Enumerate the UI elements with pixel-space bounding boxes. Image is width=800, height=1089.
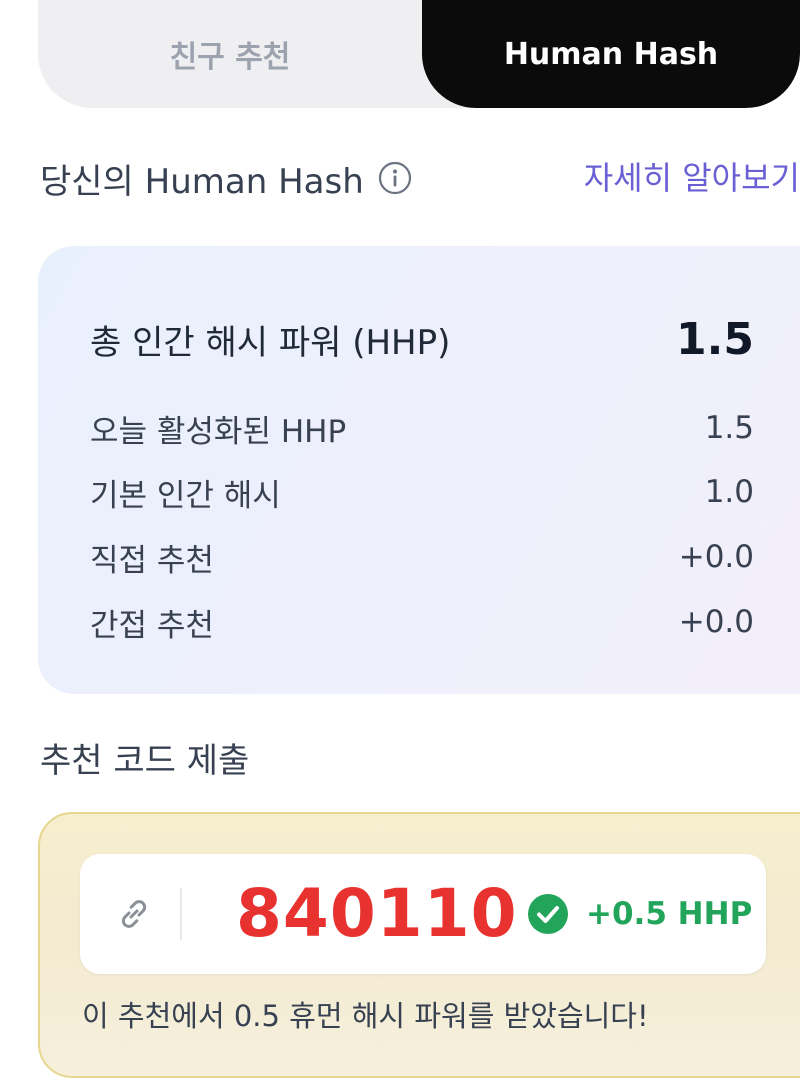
- bonus-hhp-badge: +0.5 HHP: [586, 896, 753, 932]
- stat-row-active-today: 오늘 활성화된 HHP 1.5: [90, 403, 754, 453]
- stat-label: 기본 인간 해시: [90, 477, 281, 514]
- section-title: 당신의 Human Hash: [40, 161, 364, 202]
- submit-code-title: 추천 코드 제출: [40, 741, 250, 781]
- info-icon[interactable]: [378, 161, 412, 195]
- link-icon: [112, 892, 156, 936]
- stat-value: 1.5: [704, 410, 754, 446]
- hash-power-card: 총 인간 해시 파워 (HHP) 1.5 오늘 활성화된 HHP 1.5 기본 …: [38, 246, 800, 694]
- tab-human-hash[interactable]: Human Hash: [422, 0, 800, 108]
- field-divider: [180, 888, 182, 940]
- stat-value: 1.0: [704, 474, 754, 510]
- stat-row-direct-referral: 직접 추천 +0.0: [90, 532, 754, 582]
- human-hash-header: 당신의 Human Hash 자세히 알아보기: [40, 150, 800, 206]
- stat-label: 오늘 활성화된 HHP: [90, 413, 347, 450]
- stat-value: +0.0: [678, 539, 754, 575]
- referral-code-card: 840110 +0.5 HHP 이 추천에서 0.5 휴먼 해시 파워를 받았습…: [38, 812, 800, 1078]
- stat-value: +0.0: [678, 604, 754, 640]
- total-hhp-row: 총 인간 해시 파워 (HHP) 1.5: [90, 308, 754, 370]
- stat-row-base-hash: 기본 인간 해시 1.0: [90, 467, 754, 517]
- referral-code-field[interactable]: 840110 +0.5 HHP: [80, 854, 766, 974]
- learn-more-link[interactable]: 자세히 알아보기: [584, 150, 800, 206]
- check-circle-icon: [526, 892, 570, 936]
- tab-friend-referral[interactable]: 친구 추천: [38, 0, 422, 108]
- stat-row-indirect-referral: 간접 추천 +0.0: [90, 597, 754, 647]
- stat-label: 직접 추천: [90, 542, 214, 579]
- stat-label: 간접 추천: [90, 607, 214, 644]
- total-hhp-value: 1.5: [676, 313, 754, 365]
- referral-code-value: 840110: [236, 875, 518, 952]
- tab-switcher: 친구 추천 Human Hash: [38, 0, 800, 108]
- total-hhp-label: 총 인간 해시 파워 (HHP): [90, 322, 451, 363]
- reward-message: 이 추천에서 0.5 휴먼 해시 파워를 받았습니다!: [82, 999, 649, 1033]
